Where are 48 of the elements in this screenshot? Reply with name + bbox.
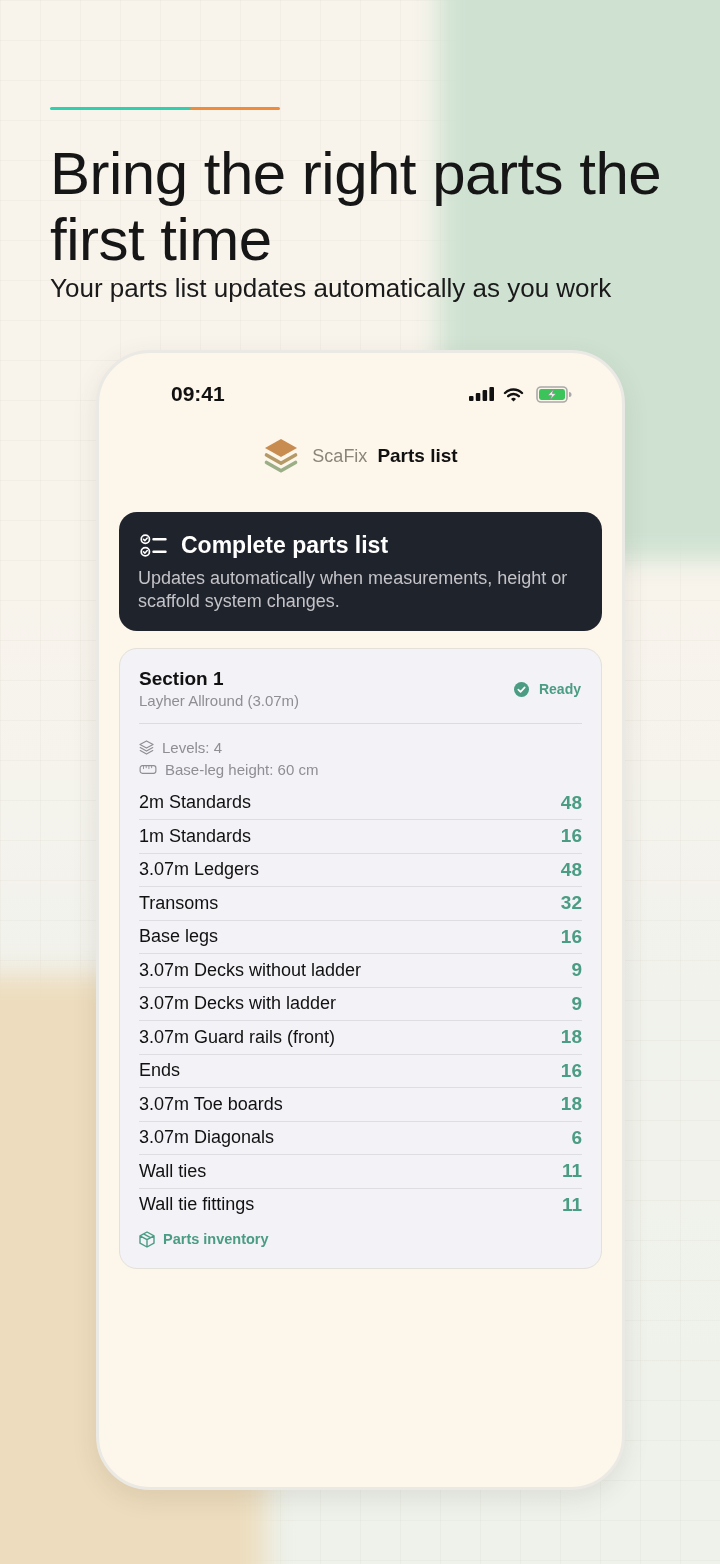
part-count: 18 xyxy=(560,1026,582,1049)
status-text: Ready xyxy=(538,681,581,697)
part-name: Ends xyxy=(139,1060,181,1082)
wifi-icon xyxy=(503,386,524,402)
detail-text: Base-leg height: 60 cm xyxy=(165,760,319,778)
part-count: 32 xyxy=(560,892,582,915)
part-name: Transoms xyxy=(139,892,219,914)
part-count: 11 xyxy=(561,1160,582,1183)
part-name: Wall tie fittings xyxy=(139,1194,255,1216)
part-name: 3.07m Guard rails (front) xyxy=(139,1026,336,1048)
status-time: 09:41 xyxy=(171,382,225,406)
brand-name: ScaFix xyxy=(312,445,368,467)
layers-icon xyxy=(139,739,154,755)
part-name: 3.07m Decks with ladder xyxy=(139,993,337,1015)
section-subtitle: Layher Allround (3.07m) xyxy=(139,691,300,711)
checklist-icon xyxy=(140,533,167,557)
ruler-icon xyxy=(139,764,157,774)
part-count: 16 xyxy=(560,825,582,848)
part-count: 48 xyxy=(560,791,582,814)
part-name: 3.07m Decks without ladder xyxy=(139,959,362,981)
part-count: 9 xyxy=(571,959,582,982)
part-count: 6 xyxy=(571,1126,582,1149)
part-count: 16 xyxy=(560,1059,582,1082)
section-title: Section 1 xyxy=(139,667,225,691)
part-name: 1m Standards xyxy=(139,825,252,847)
part-name: 3.07m Toe boards xyxy=(139,1093,283,1115)
part-count: 16 xyxy=(560,925,582,948)
part-name: Base legs xyxy=(139,926,219,948)
check-circle-icon xyxy=(513,681,529,697)
part-count: 9 xyxy=(571,992,582,1015)
part-count: 18 xyxy=(560,1093,582,1116)
detail-text: Levels: 4 xyxy=(162,738,223,756)
part-name: 3.07m Diagonals xyxy=(139,1127,275,1149)
screen-title: Parts list xyxy=(377,445,458,467)
info-card-text: Updates automatically when measurements, height or scaffold system changes. xyxy=(138,567,569,613)
part-count: 11 xyxy=(561,1193,582,1216)
part-name: 2m Standards xyxy=(139,792,252,814)
box-icon xyxy=(139,1230,155,1248)
subtitle: Your parts list updates automatically as you work xyxy=(50,273,613,303)
part-name: Wall ties xyxy=(139,1160,207,1182)
info-card-title: Complete parts list xyxy=(181,531,389,559)
parts-inventory-link[interactable]: Parts inventory xyxy=(139,1229,269,1249)
part-count: 48 xyxy=(560,858,582,881)
signal-icon xyxy=(469,387,494,401)
headline: Bring the right parts the first time xyxy=(50,141,663,273)
stacked-layers-icon xyxy=(263,438,300,474)
battery-icon xyxy=(536,385,572,403)
part-name: 3.07m Ledgers xyxy=(139,859,260,881)
